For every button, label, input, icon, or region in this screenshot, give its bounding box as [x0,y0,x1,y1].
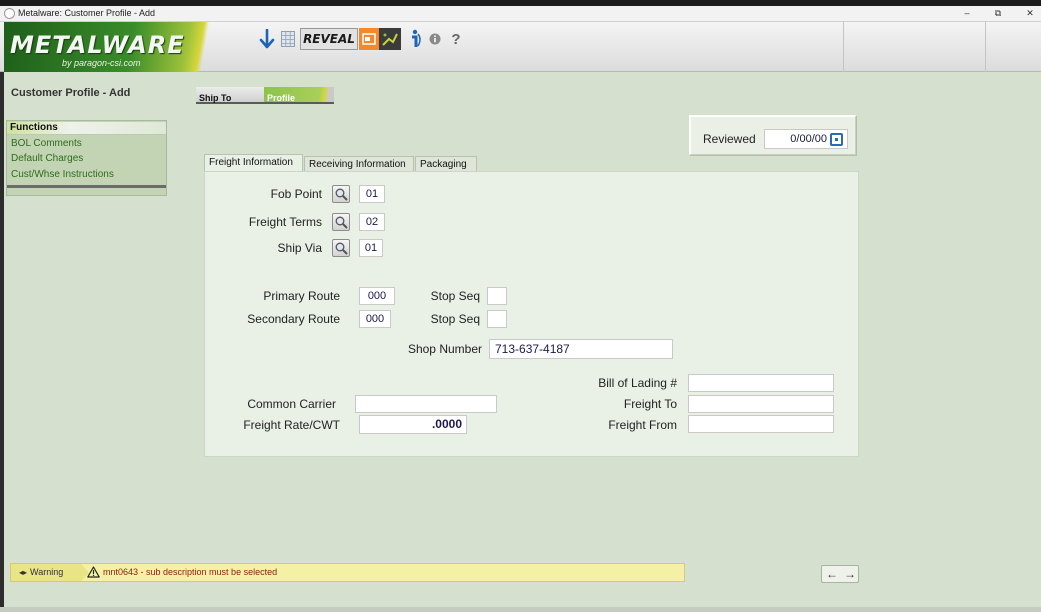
previous-record-button[interactable]: ← [823,566,841,582]
magnifier-icon [335,242,348,255]
close-button[interactable]: ✕ [1021,7,1039,20]
slides-icon[interactable] [359,28,379,50]
freight-terms-lookup-button[interactable] [332,213,350,231]
common-carrier-field[interactable] [355,395,497,413]
secondary-route-field[interactable]: 000 [359,310,391,328]
left-edge [0,22,4,612]
stop-seq-label: Stop Seq [430,312,480,326]
bill-of-lading-field[interactable] [688,374,834,392]
fob-point-lookup-button[interactable] [332,185,350,203]
shop-number-field[interactable]: 713-637-4187 [489,339,673,359]
warning-triangle-icon [87,566,100,578]
freight-to-label: Freight To [623,397,677,411]
primary-route-label: Primary Route [263,289,340,303]
grid-icon[interactable] [280,28,296,50]
function-bol-comments[interactable]: BOL Comments [11,138,82,149]
functions-panel: Functions BOL Comments Default Charges C… [6,120,167,196]
page-title: Customer Profile - Add [11,87,131,99]
ship-via-label: Ship Via [277,241,322,255]
warning-toggle[interactable]: ◂▸ Warning [11,564,89,581]
secondary-route-label: Secondary Route [247,312,340,326]
functions-header-label: Functions [10,122,58,133]
fob-point-label: Fob Point [270,187,322,201]
freight-from-field[interactable] [688,415,834,433]
reveal-button[interactable]: REVEAL [300,28,358,50]
reveal-label: REVEAL [303,32,355,46]
app-icon [4,8,15,19]
freight-terms-field[interactable]: 02 [359,213,385,231]
functions-header: Functions [7,122,166,135]
shop-number-label: Shop Number [407,342,482,356]
warning-tag-label: Warning [30,567,64,577]
download-arrow-icon[interactable] [257,28,277,50]
reviewed-label: Reviewed [703,132,756,146]
window-titlebar: Metalware: Customer Profile - Add – ⧉ ✕ [0,6,1041,22]
record-navigation: ← → [821,565,859,583]
logo-subtext: by paragon-csi.com [62,58,141,68]
bottom-strip [0,607,1041,612]
freight-to-field[interactable] [688,395,834,413]
bill-of-lading-label: Bill of Lading # [598,376,677,390]
expand-arrows-icon: ◂▸ [19,568,28,577]
function-default-charges[interactable]: Default Charges [11,153,83,164]
minimize-button[interactable]: – [958,7,976,20]
status-bar: ◂▸ Warning mnt0643 - sub description must… [10,563,685,582]
tab-profile[interactable]: Profile [264,87,334,104]
info-i-icon[interactable] [405,28,425,50]
calendar-icon[interactable] [830,133,843,146]
next-record-button[interactable]: → [841,566,859,582]
function-cust-whse-instructions[interactable]: Cust/Whse Instructions [11,169,114,180]
tab-receiving-information[interactable]: Receiving Information [304,156,414,172]
freight-rate-field[interactable]: .0000 [359,415,467,434]
warning-message: mnt0643 - sub description must be select… [103,567,278,577]
stop-seq-field-secondary[interactable] [487,310,507,328]
restore-button[interactable]: ⧉ [989,7,1007,20]
fob-point-field[interactable]: 01 [359,185,385,203]
primary-route-field[interactable]: 000 [359,287,395,305]
stop-seq-field-primary[interactable] [487,287,507,305]
metalware-logo: METALWARE by paragon-csi.com [4,22,234,72]
magnifier-icon [335,216,348,229]
freight-from-label: Freight From [608,418,677,432]
window-title: Metalware: Customer Profile - Add [18,8,156,18]
freight-rate-label: Freight Rate/CWT [243,418,340,432]
freight-terms-label: Freight Terms [248,215,322,229]
help-icon[interactable]: ? [449,28,463,50]
tab-packaging[interactable]: Packaging [415,156,477,172]
ship-via-lookup-button[interactable] [332,239,350,257]
functions-panel-footer [7,185,166,188]
info-circle-icon[interactable] [428,28,442,50]
header-divider [985,22,986,72]
reviewed-date-input[interactable]: 0/00/00 [764,129,848,149]
ship-via-field[interactable]: 01 [359,239,383,257]
app-header: METALWARE by paragon-csi.com REVEAL ? [0,22,1041,72]
logo-text: METALWARE [10,31,185,59]
reviewed-date-value: 0/00/00 [790,133,827,145]
header-divider [843,22,844,72]
film-icon[interactable] [379,28,401,50]
tab-freight-information[interactable]: Freight Information [204,154,303,172]
magnifier-icon [335,188,348,201]
tab-ship-to[interactable]: Ship To [196,87,264,104]
common-carrier-label: Common Carrier [247,397,336,411]
stop-seq-label: Stop Seq [430,289,480,303]
